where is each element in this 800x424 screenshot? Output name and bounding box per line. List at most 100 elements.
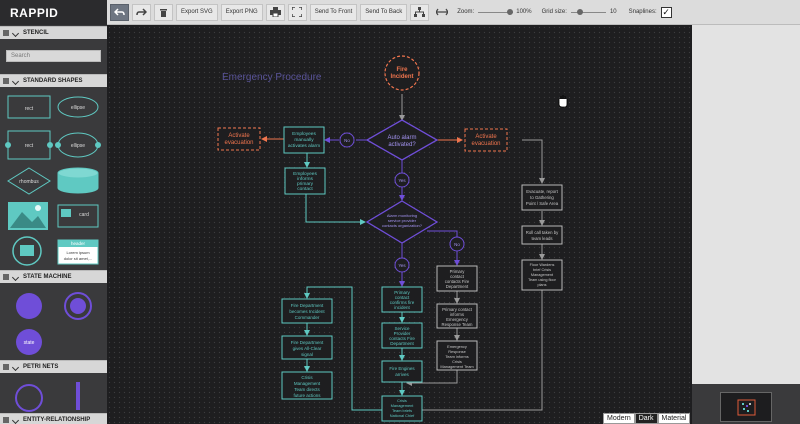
send-to-back-button[interactable]: Send To Back <box>360 3 408 21</box>
node-activate-evacuation-left[interactable]: Activate evacuation <box>217 127 261 151</box>
link-inform-to-monitor[interactable] <box>305 194 366 225</box>
node-alarm-monitoring[interactable]: Alarm monitoring service provider contac… <box>365 200 439 244</box>
fullscreen-button[interactable] <box>287 3 307 21</box>
stencil-ellipse[interactable]: ellipse <box>57 96 99 118</box>
emp-manual-l2: manually <box>294 137 314 143</box>
stencil-state-label: state <box>24 340 35 346</box>
node-employees-informs[interactable]: Employees informs primary contact <box>284 167 326 195</box>
grip-icon[interactable] <box>3 417 9 423</box>
stencil-image[interactable] <box>8 202 48 230</box>
wardens-l5: plans <box>537 283 546 287</box>
grip-icon[interactable] <box>3 274 9 280</box>
fullscreen-icon <box>292 7 303 17</box>
ert-l5: Management Team <box>440 364 473 369</box>
export-svg-button[interactable]: Export SVG <box>176 3 218 21</box>
node-ert-informs-crisis[interactable]: Emergency Response Team informs Crisis M… <box>436 340 478 371</box>
rollcall-l1: Roll call taken by <box>526 230 559 235</box>
node-primary-confirms[interactable]: Primary contact confirms fire incident <box>381 286 423 313</box>
standard-shapes-palette: rect ellipse rect ellipse rhombus card h… <box>5 95 101 266</box>
theme-switcher: Modern Dark Material <box>603 413 691 424</box>
zoom-slider[interactable] <box>478 8 514 15</box>
grid-size-slider[interactable] <box>570 8 606 15</box>
auto-alarm-l1: Auto alarm <box>387 135 416 141</box>
undo-button[interactable] <box>110 3 129 21</box>
group-state-machine[interactable]: STATE MACHINE <box>0 270 107 283</box>
link-activate-to-evacuate[interactable] <box>522 139 545 184</box>
node-fire-incident[interactable]: Fire Incident <box>384 55 420 91</box>
clear-button[interactable] <box>154 3 173 21</box>
stencil-ellipse-label: ellipse <box>71 105 85 111</box>
stencil-rect[interactable]: rect <box>7 95 51 119</box>
node-fire-dept-allclear[interactable]: Fire Department gives All-Clear signal <box>281 335 333 360</box>
node-auto-alarm[interactable]: Auto alarm activated? <box>365 119 439 161</box>
node-roll-call[interactable]: Roll call taken by team leads <box>521 225 563 245</box>
group-entity-relationship[interactable]: ENTITY-RELATIONSHIP <box>0 413 107 424</box>
node-fire-dept-commander[interactable]: Fire Department becomes Incident Command… <box>281 298 333 324</box>
node-fire-engines[interactable]: Fire Engines arrives <box>381 360 423 383</box>
stencil-header[interactable]: STENCIL <box>0 26 107 39</box>
stencil-search-input[interactable]: Search <box>6 50 101 62</box>
chevron-down-icon[interactable] <box>11 77 20 85</box>
node-evacuate-report[interactable]: Evacuate, report to Gathering Point / Sa… <box>521 184 563 211</box>
stencil-image-circle[interactable] <box>12 236 42 266</box>
theme-dark[interactable]: Dark <box>634 413 658 424</box>
group-petri-nets[interactable]: PETRI NETS <box>0 360 107 373</box>
node-crisis-briefs[interactable]: Crisis Management Team briefs National C… <box>381 395 423 422</box>
stencil-state[interactable]: state <box>16 329 42 355</box>
node-service-provider[interactable]: Service Provider contacts Fire Departmen… <box>381 322 423 349</box>
node-crisis-directs[interactable]: Crisis Management Team directs future ac… <box>281 371 333 400</box>
node-primary-informs-ert[interactable]: Primary contact informs Emergency Respon… <box>436 303 478 329</box>
node-employees-manually[interactable]: Employees manually activates alarm <box>283 126 325 154</box>
diagram-title[interactable]: Emergency Procedure <box>222 72 322 83</box>
grid-slider-knob[interactable] <box>576 8 583 15</box>
chevron-down-icon[interactable] <box>11 416 20 424</box>
snaplines-checkbox[interactable]: ✓ <box>660 6 672 18</box>
engines-l2: arrives <box>395 372 409 377</box>
group-standard-shapes[interactable]: STANDARD SHAPES <box>0 74 107 87</box>
redo-icon <box>136 7 147 16</box>
stencil-cylinder[interactable] <box>57 167 99 194</box>
node-floor-wardens[interactable]: Floor Wardens brief Crisis Management Te… <box>521 259 563 291</box>
chevron-down-icon[interactable] <box>11 273 20 281</box>
stencil-rhombus[interactable]: rhombus <box>7 167 51 195</box>
export-png-button[interactable]: Export PNG <box>220 3 263 21</box>
wardens-l4: Team using floor <box>528 278 557 282</box>
stencil-rect-ports[interactable]: rect <box>5 130 53 160</box>
grip-icon[interactable] <box>3 30 9 36</box>
label-no-2[interactable]: No <box>449 236 465 252</box>
theme-modern[interactable]: Modern <box>603 413 635 424</box>
node-activate-evacuation-right[interactable]: Activate evacuation <box>464 128 508 152</box>
fire-incident-l1: Fire <box>396 67 408 73</box>
grip-icon[interactable] <box>3 78 9 84</box>
stencil-place[interactable] <box>15 384 43 412</box>
stencil-header-card[interactable]: header Lorem ipsum dolor sit amet,... <box>57 239 99 265</box>
stencil-start-state[interactable] <box>16 293 42 319</box>
label-yes-2[interactable]: Yes <box>394 257 410 273</box>
stencil-ellipse-ports[interactable]: ellipse <box>55 132 101 158</box>
grip-icon[interactable] <box>3 364 9 370</box>
allclear-l3: signal <box>301 352 313 357</box>
stencil-transition[interactable] <box>76 382 80 410</box>
petri-palette <box>15 382 80 412</box>
evac-right-l2: evacuation <box>471 141 500 147</box>
chevron-down-icon[interactable] <box>11 29 20 37</box>
stencil-rect-label: rect <box>25 106 34 112</box>
paper-canvas[interactable]: Emergency Procedure Fire Incident Auto a… <box>107 25 692 424</box>
print-button[interactable] <box>265 3 285 21</box>
label-yes-1[interactable]: Yes <box>394 172 410 188</box>
fit-width-button[interactable] <box>432 4 451 21</box>
link-monitor-to-no[interactable] <box>427 230 458 237</box>
stencil-card[interactable]: card <box>57 204 99 228</box>
layout-button[interactable] <box>410 3 430 21</box>
redo-button[interactable] <box>132 3 151 21</box>
node-primary-contacts-fire[interactable]: Primary contact contacts Fire Department <box>436 265 478 292</box>
rollcall-l2: team leads <box>531 236 552 241</box>
yes-2-text: Yes <box>398 263 406 268</box>
theme-material[interactable]: Material <box>657 413 691 424</box>
navigator-viewport[interactable] <box>720 392 772 422</box>
label-no-1[interactable]: No <box>339 132 355 148</box>
zoom-slider-knob[interactable] <box>507 8 514 15</box>
navigator-panel[interactable] <box>692 384 800 424</box>
chevron-down-icon[interactable] <box>11 363 20 371</box>
send-to-front-button[interactable]: Send To Front <box>309 3 358 21</box>
